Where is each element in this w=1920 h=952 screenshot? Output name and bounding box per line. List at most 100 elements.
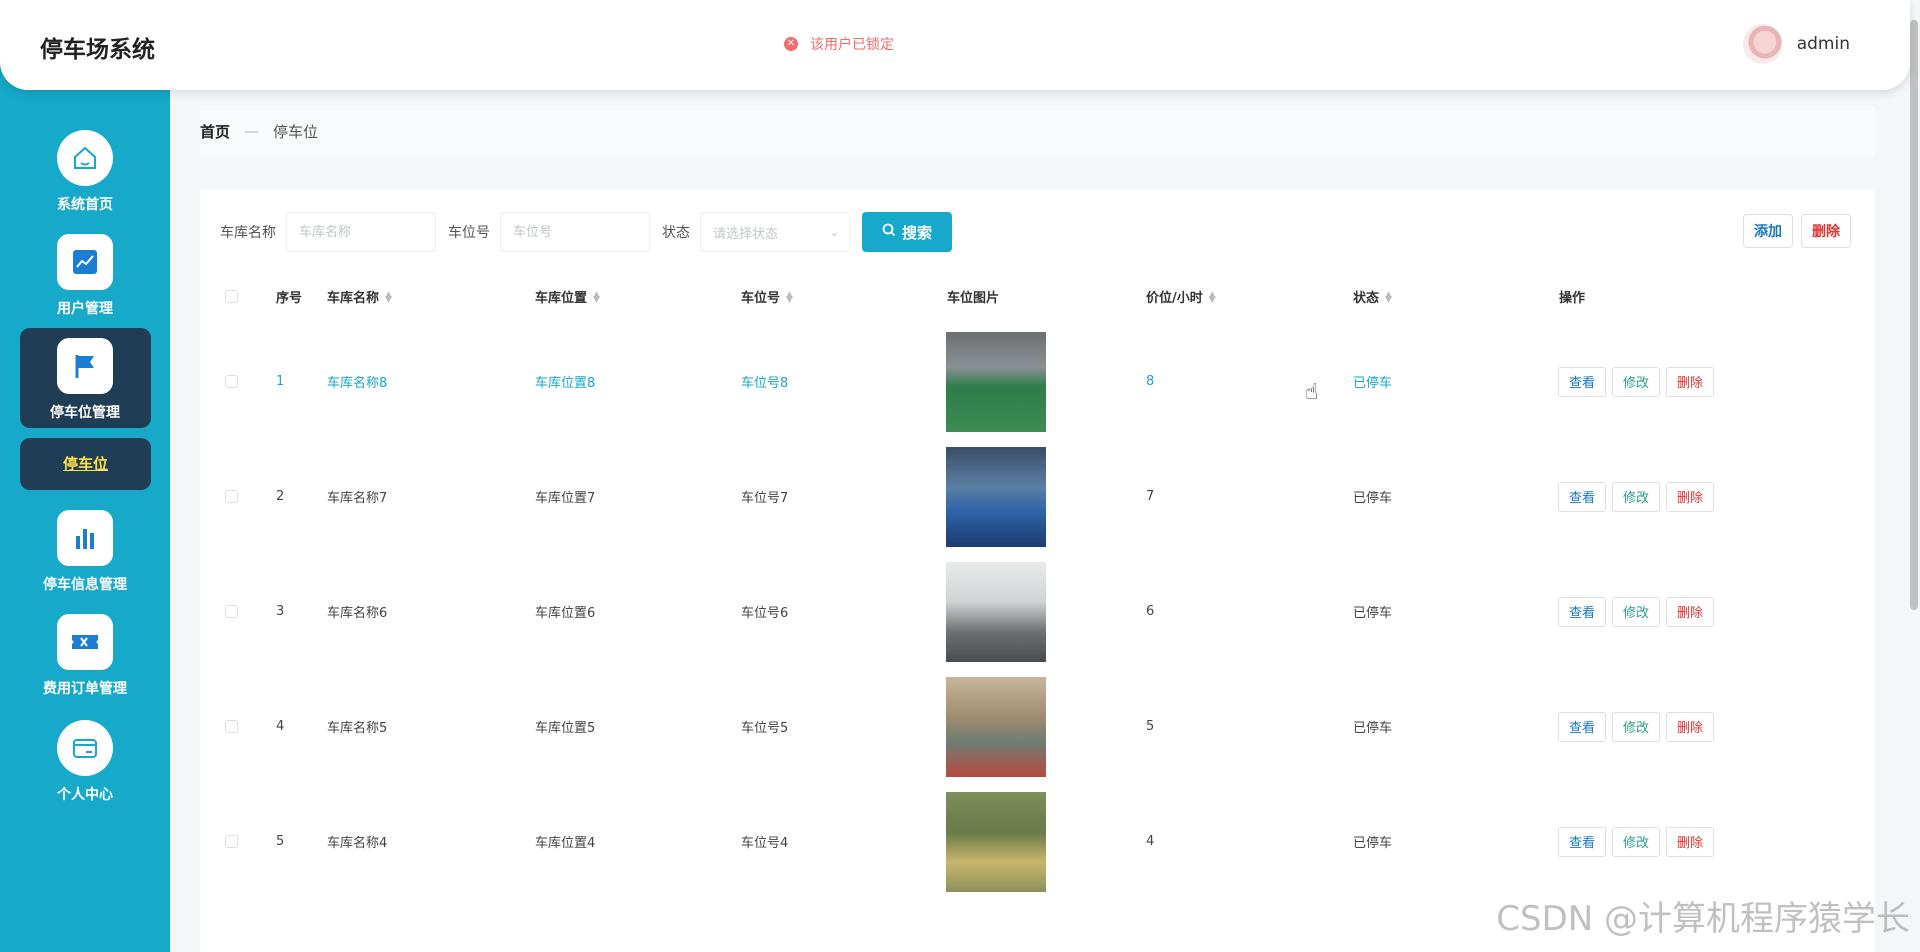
- add-button[interactable]: 添加: [1743, 214, 1793, 248]
- row-actions: 查看 修改 删除: [1558, 711, 1720, 742]
- cell-price: 7: [1146, 489, 1155, 504]
- error-icon: ✕: [784, 37, 798, 51]
- header-slot-number[interactable]: 车位号 ▲ ▼: [741, 287, 793, 306]
- cell-garage-location: 车库位置6: [535, 606, 596, 621]
- sidebar-item-label: 停车信息管理: [43, 577, 127, 593]
- flag-icon: [57, 338, 113, 394]
- sidebar-item-label: 停车位管理: [50, 405, 120, 421]
- status-select-placeholder: 请选择状态: [713, 226, 779, 242]
- view-button[interactable]: 查看: [1558, 711, 1607, 742]
- cell-status: 已停车: [1353, 836, 1393, 851]
- row-checkbox[interactable]: [225, 720, 238, 733]
- row-actions: 查看 修改 删除: [1558, 366, 1720, 397]
- top-header: 停车场系统 ✕ 该用户已锁定 admin: [0, 0, 1910, 90]
- row-checkbox[interactable]: [225, 835, 238, 848]
- cell-slot-number: 车位号7: [741, 491, 789, 506]
- sort-icon: ▲ ▼: [1385, 290, 1392, 305]
- bar-chart-icon: [57, 510, 113, 566]
- sidebar-item-home[interactable]: 系统首页: [0, 130, 170, 214]
- sidebar-item-label: 费用订单管理: [43, 681, 127, 697]
- row-checkbox[interactable]: [225, 375, 238, 388]
- cell-status: 已停车: [1353, 491, 1393, 506]
- app-title: 停车场系统: [40, 37, 155, 63]
- sidebar-item-parking-info[interactable]: 停车信息管理: [0, 510, 170, 594]
- edit-button[interactable]: 修改: [1612, 826, 1661, 857]
- breadcrumb-separator: —: [244, 122, 260, 140]
- sidebar-item-profile[interactable]: 个人中心: [0, 720, 170, 804]
- edit-button[interactable]: 修改: [1612, 366, 1661, 397]
- select-all-checkbox[interactable]: [225, 289, 238, 303]
- row-actions: 查看 修改 删除: [1558, 481, 1720, 512]
- row-actions: 查看 修改 删除: [1558, 826, 1720, 857]
- sidebar-item-orders[interactable]: 费用订单管理: [0, 614, 170, 698]
- cell-garage-location: 车库位置5: [535, 721, 596, 736]
- edit-button[interactable]: 修改: [1612, 481, 1661, 512]
- breadcrumb-current: 停车位: [273, 122, 319, 141]
- cell-garage-name: 车库名称5: [327, 721, 388, 736]
- header-garage-name[interactable]: 车库名称 ▲ ▼: [327, 287, 392, 306]
- cell-price: 4: [1146, 834, 1155, 849]
- cell-status: 已停车: [1353, 376, 1393, 391]
- header-price[interactable]: 价位/小时 ▲ ▼: [1146, 287, 1216, 306]
- table-body: 1 车库名称8 车库位置8 车位号8 8 已停车 查看 修改 删除 2 车库名称7 …: [200, 324, 1875, 899]
- table-row: 5 车库名称4 车库位置4 车位号4 4 已停车 查看 修改 删除: [200, 784, 1875, 899]
- row-checkbox[interactable]: [225, 490, 238, 503]
- table-row: 3 车库名称6 车库位置6 车位号6 6 已停车 查看 修改 删除: [200, 554, 1875, 669]
- edit-button[interactable]: 修改: [1612, 596, 1661, 627]
- cell-garage-name: 车库名称4: [327, 836, 388, 851]
- row-checkbox[interactable]: [225, 605, 238, 618]
- table-row: 1 车库名称8 车库位置8 车位号8 8 已停车 查看 修改 删除: [200, 324, 1875, 439]
- breadcrumb-home[interactable]: 首页: [200, 121, 230, 142]
- sidebar-subitem-parking-slot[interactable]: 停车位: [20, 438, 151, 490]
- view-button[interactable]: 查看: [1558, 826, 1607, 857]
- toast-message: 该用户已锁定: [810, 37, 894, 53]
- garage-name-label: 车库名称: [220, 225, 276, 241]
- cell-price: 6: [1146, 604, 1155, 619]
- cell-garage-name: 车库名称6: [327, 606, 388, 621]
- view-button[interactable]: 查看: [1558, 366, 1607, 397]
- username[interactable]: admin: [1797, 34, 1850, 54]
- sidebar-item-parking-slots[interactable]: 停车位管理: [0, 338, 170, 422]
- ticket-icon: [57, 614, 113, 670]
- cell-price: 5: [1146, 719, 1155, 734]
- cell-slot-number: 车位号8: [741, 376, 789, 391]
- slot-image[interactable]: [946, 331, 1046, 432]
- view-button[interactable]: 查看: [1558, 481, 1607, 512]
- cell-garage-location: 车库位置4: [535, 836, 596, 851]
- bulk-delete-button[interactable]: 删除: [1801, 214, 1851, 248]
- hand-cursor-icon: ☝: [1305, 380, 1319, 405]
- avatar[interactable]: [1742, 24, 1783, 64]
- slot-number-label: 车位号: [448, 225, 490, 241]
- delete-button[interactable]: 删除: [1666, 366, 1715, 397]
- delete-button[interactable]: 删除: [1666, 596, 1715, 627]
- cell-index: 5: [276, 834, 285, 849]
- search-button-label: 搜索: [901, 223, 932, 242]
- table-row: 4 车库名称5 车库位置5 车位号5 5 已停车 查看 修改 删除: [200, 669, 1875, 784]
- search-button[interactable]: 搜索: [862, 212, 952, 252]
- sidebar-item-label: 个人中心: [57, 787, 113, 803]
- view-button[interactable]: 查看: [1558, 596, 1607, 627]
- slot-number-input[interactable]: [500, 212, 650, 252]
- delete-button[interactable]: 删除: [1666, 826, 1715, 857]
- toolbar-actions: 添加 删除: [1743, 214, 1851, 248]
- sidebar-item-users[interactable]: 用户管理: [0, 234, 170, 318]
- delete-button[interactable]: 删除: [1666, 481, 1715, 512]
- cell-index: 2: [276, 489, 285, 504]
- slot-image[interactable]: [946, 561, 1046, 662]
- edit-button[interactable]: 修改: [1612, 711, 1661, 742]
- slot-image[interactable]: [946, 791, 1046, 892]
- garage-name-input[interactable]: [286, 212, 436, 252]
- watermark: CSDN @计算机程序猿学长: [1496, 899, 1910, 939]
- page-scrollbar[interactable]: [1910, 20, 1918, 610]
- cell-slot-number: 车位号5: [741, 721, 789, 736]
- header-garage-location[interactable]: 车库位置 ▲ ▼: [535, 287, 600, 306]
- header-status[interactable]: 状态 ▲ ▼: [1353, 287, 1392, 306]
- status-select[interactable]: 请选择状态 ⌄: [700, 212, 850, 252]
- slot-image[interactable]: [946, 676, 1046, 777]
- delete-button[interactable]: 删除: [1666, 711, 1715, 742]
- sort-icon: ▲ ▼: [385, 290, 392, 305]
- header-slot-image: 车位图片: [947, 290, 1000, 306]
- cell-garage-location: 车库位置8: [535, 376, 596, 391]
- user-menu[interactable]: admin: [1742, 24, 1850, 64]
- slot-image[interactable]: [946, 446, 1046, 547]
